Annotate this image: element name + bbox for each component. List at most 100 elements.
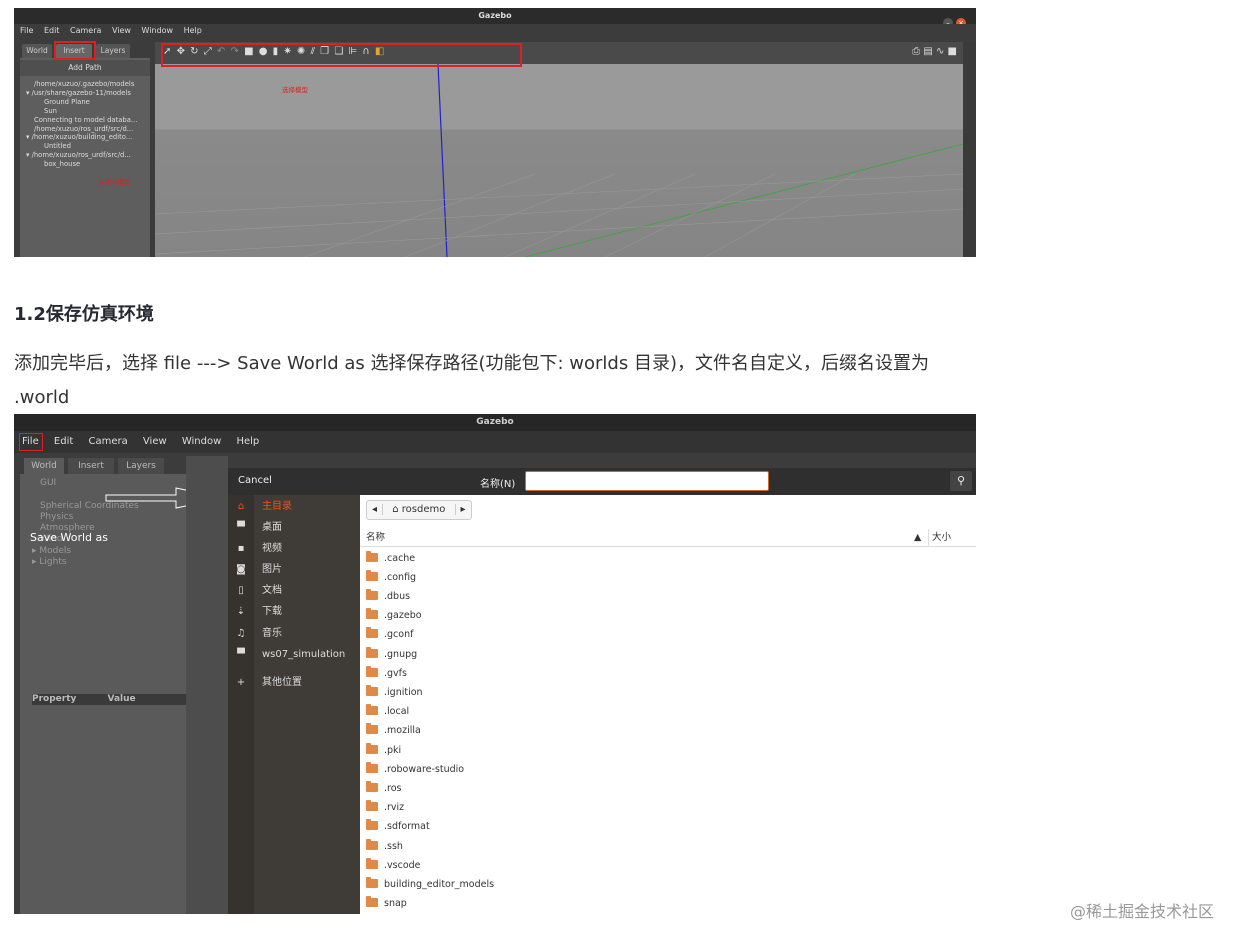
file-row[interactable]: .mozilla (366, 721, 421, 740)
tree-item[interactable]: ▸ Models (32, 546, 139, 557)
video-icon[interactable]: ■ (948, 46, 957, 57)
folder-icon (366, 839, 378, 850)
tree-item[interactable]: ▸ Lights (32, 557, 139, 568)
tree-item[interactable]: box_house (26, 160, 150, 169)
sort-arrow-icon[interactable]: ▲ (914, 529, 921, 547)
folder-icon (366, 858, 378, 869)
tab-layers[interactable]: Layers (118, 458, 164, 474)
place-pictures[interactable]: ◙ 图片 (228, 560, 360, 580)
tab-layers[interactable]: Layers (96, 44, 130, 58)
tree-item[interactable]: Sun (26, 107, 150, 116)
search-icon[interactable]: ⚲ (950, 471, 972, 491)
folder-icon: ▀ (237, 649, 245, 660)
place-home[interactable]: ⌂ 主目录 (228, 497, 360, 517)
dialog-header: Cancel 名称(N) ⚲ (228, 468, 976, 495)
save-world-as-label: Save World as (30, 531, 108, 544)
menu-window[interactable]: Window (182, 436, 221, 447)
filename-input[interactable] (525, 471, 769, 491)
gazebo-screenshot-save: Gazebo File Edit Camera View Window Help… (14, 414, 976, 914)
file-row[interactable]: .roboware-studio (366, 760, 464, 779)
folder-icon (366, 608, 378, 619)
file-row[interactable]: .gconf (366, 625, 413, 644)
name-column-header[interactable]: 名称 (366, 529, 385, 547)
file-row[interactable]: .ros (366, 779, 401, 798)
left-panel: World Insert Layers GUI Spherical Coordi… (20, 456, 188, 914)
window-title: Gazebo (14, 8, 976, 24)
file-row[interactable]: .pki (366, 741, 401, 760)
tree-item[interactable]: Ground Plane (26, 98, 150, 107)
folder-icon (366, 666, 378, 677)
file-row[interactable]: .ssh (366, 837, 403, 856)
menu-view[interactable]: View (143, 436, 167, 447)
select-model-annotation: 选择模型 (282, 86, 308, 94)
plot-icon[interactable]: ∿ (936, 46, 944, 57)
file-row[interactable]: .gnupg (366, 645, 417, 664)
scene-viewport[interactable]: 选择模型 (155, 64, 963, 257)
section-heading: 1.2保存仿真环境 (14, 304, 154, 325)
document-icon: ▯ (238, 585, 244, 596)
menu-help[interactable]: Help (236, 436, 259, 447)
screenshot-icon[interactable]: ⎙ (912, 46, 920, 57)
place-documents[interactable]: ▯ 文档 (228, 581, 360, 601)
add-path-button[interactable]: Add Path (20, 60, 150, 76)
folder-icon (366, 570, 378, 581)
download-icon: ⇣ (236, 606, 246, 617)
video-icon: ▪ (237, 543, 245, 554)
breadcrumb-rosdemo[interactable]: ⌂ rosdemo (386, 504, 451, 515)
tree-item[interactable]: ▾ /home/xuzuo/building_edito... (26, 133, 150, 142)
property-column: Property (32, 694, 77, 704)
panel-tabs: World Insert Layers (20, 456, 186, 474)
place-ws07-simulation[interactable]: ▀ ws07_simulation (228, 645, 360, 665)
menu-window[interactable]: Window (141, 26, 173, 35)
folder-icon (366, 723, 378, 734)
menu-help[interactable]: Help (184, 26, 202, 35)
log-icon[interactable]: ▤ (923, 46, 932, 57)
size-column-header[interactable]: 大小 (932, 529, 951, 547)
place-desktop[interactable]: ▀ 桌面 (228, 518, 360, 538)
folder-icon (366, 762, 378, 773)
cancel-button[interactable]: Cancel (238, 475, 272, 486)
menu-camera[interactable]: Camera (70, 26, 101, 35)
menu-edit[interactable]: Edit (54, 436, 73, 447)
model-tree: /home/xuzuo/.gazebo/models ▾ /usr/share/… (26, 80, 150, 169)
tab-world[interactable]: World (22, 44, 52, 58)
left-panel: World Insert Layers Add Path /home/xuzuo… (20, 42, 150, 257)
breadcrumb-back-icon[interactable]: ◂ (367, 504, 384, 515)
place-videos[interactable]: ▪ 视频 (228, 539, 360, 559)
tree-item[interactable]: ▾ /home/xuzuo/ros_urdf/src/d... (26, 151, 150, 160)
file-row[interactable]: .sdformat (366, 817, 430, 836)
file-row[interactable]: .local (366, 702, 409, 721)
toolbar-strip (186, 456, 228, 914)
place-other-locations[interactable]: + 其他位置 (228, 673, 360, 693)
breadcrumb: ◂ ⌂ rosdemo ▸ (366, 500, 472, 520)
tab-world[interactable]: World (24, 458, 64, 474)
scene-grid (155, 64, 963, 257)
place-music[interactable]: ♫ 音乐 (228, 624, 360, 644)
menu-file[interactable]: File (20, 26, 33, 35)
breadcrumb-forward-icon[interactable]: ▸ (454, 504, 471, 515)
menu-edit[interactable]: Edit (44, 26, 60, 35)
menu-camera[interactable]: Camera (88, 436, 127, 447)
file-row[interactable]: .vscode (366, 856, 421, 875)
tree-item[interactable]: ▾ /usr/share/gazebo-11/models (26, 89, 150, 98)
file-row[interactable]: .config (366, 568, 416, 587)
window-title: Gazebo (14, 414, 976, 431)
folder-icon (366, 819, 378, 830)
tab-insert[interactable]: Insert (68, 458, 114, 474)
file-row[interactable]: .cache (366, 549, 415, 568)
file-row[interactable]: .gvfs (366, 664, 407, 683)
toolbar-highlight-box (161, 43, 522, 67)
tree-item[interactable]: Untitled (26, 142, 150, 151)
file-row[interactable]: snap (366, 894, 407, 913)
tree-item[interactable]: /home/xuzuo/ros_urdf/src/d... (26, 125, 150, 134)
filename-label: 名称(N) (480, 479, 516, 490)
menu-view[interactable]: View (112, 26, 131, 35)
file-row[interactable]: building_editor_models (366, 875, 494, 894)
file-row[interactable]: .ignition (366, 683, 423, 702)
place-downloads[interactable]: ⇣ 下载 (228, 602, 360, 622)
file-row[interactable]: .dbus (366, 587, 410, 606)
file-row[interactable]: .rviz (366, 798, 404, 817)
folder-icon (366, 704, 378, 715)
file-row[interactable]: .gazebo (366, 606, 422, 625)
tree-item[interactable]: /home/xuzuo/.gazebo/models (26, 80, 150, 89)
